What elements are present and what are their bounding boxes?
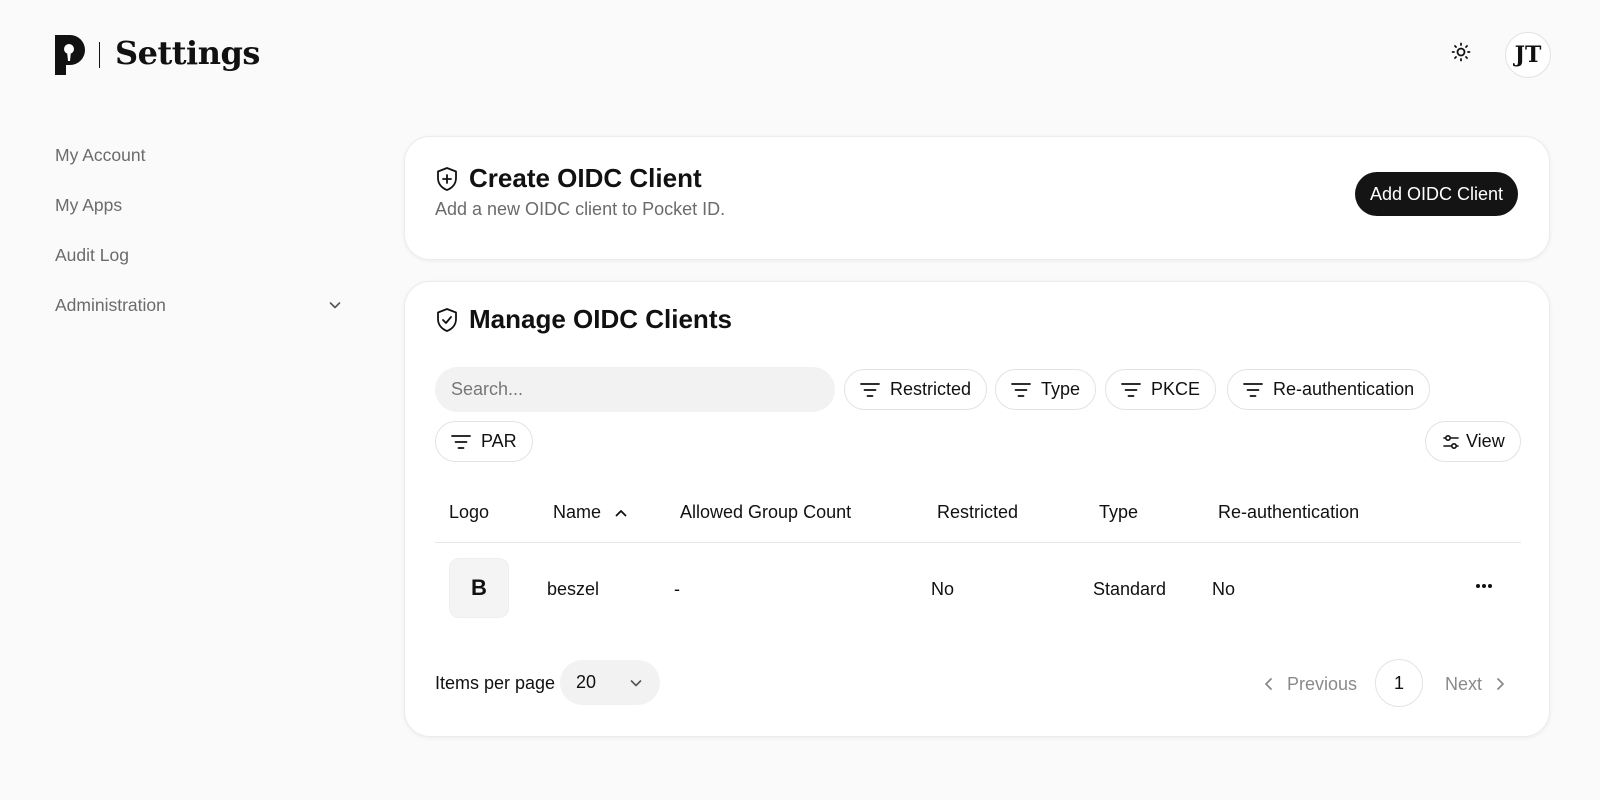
sun-icon (1451, 42, 1471, 67)
user-avatar[interactable]: JT (1505, 32, 1551, 78)
add-oidc-client-button[interactable]: Add OIDC Client (1354, 172, 1518, 216)
column-header-allowed-group-count[interactable]: Allowed Group Count (680, 502, 851, 523)
items-per-page-label: Items per page (435, 673, 556, 693)
client-name: beszel (547, 579, 600, 599)
column-header-type[interactable]: Type (1099, 502, 1138, 523)
filter-icon (860, 382, 880, 398)
chevron-down-icon (628, 675, 644, 691)
card-header: Create OIDC Client (435, 163, 702, 194)
table-header-divider (435, 542, 1521, 543)
column-header-logo: Logo (449, 502, 490, 522)
sidebar-item-label: My Apps (55, 194, 123, 215)
sliders-icon (1442, 433, 1460, 451)
search-input[interactable] (435, 367, 835, 412)
filter-type-button[interactable]: Type (995, 369, 1097, 410)
filter-label: Re-authentication (1273, 379, 1415, 399)
card-title: Create OIDC Client (469, 163, 702, 193)
shield-plus-icon (435, 166, 459, 192)
filter-icon (1011, 382, 1031, 398)
theme-toggle-button[interactable] (1443, 36, 1479, 72)
filter-label: Type (1041, 379, 1081, 399)
client-allowed-group-count: - (674, 579, 680, 599)
client-restricted: No (931, 579, 955, 599)
filter-label: PAR (481, 431, 517, 451)
view-options-button[interactable]: View (1425, 421, 1521, 462)
items-per-page-select[interactable]: 20 (560, 660, 660, 705)
more-horizontal-icon (1475, 583, 1493, 589)
sidebar-item-audit-log[interactable]: Audit Log (55, 230, 345, 280)
sidebar-item-administration[interactable]: Administration (55, 280, 345, 330)
sidebar-item-label: Administration (55, 294, 166, 315)
column-header-name[interactable]: Name (553, 502, 629, 523)
sidebar-item-my-apps[interactable]: My Apps (55, 180, 345, 230)
card-header: Manage OIDC Clients (435, 304, 732, 335)
next-page-button[interactable]: Next (1445, 662, 1506, 706)
chevron-left-icon (1263, 676, 1275, 692)
top-header: Settings JT (0, 0, 1600, 110)
filter-label: Restricted (890, 379, 972, 399)
row-actions-button[interactable] (1469, 571, 1499, 601)
filter-restricted-button[interactable]: Restricted (844, 369, 988, 410)
manage-oidc-clients-card: Manage OIDC Clients Restricted Type PKCE… (404, 281, 1550, 737)
filter-label: PKCE (1151, 379, 1201, 399)
previous-label: Previous (1287, 673, 1358, 694)
column-header-reauthentication[interactable]: Re-authentication (1218, 502, 1359, 523)
filter-pkce-button[interactable]: PKCE (1105, 369, 1217, 410)
pocket-id-logo (55, 35, 85, 75)
previous-page-button[interactable]: Previous (1263, 662, 1357, 706)
client-logo: B (449, 558, 509, 618)
chevron-down-icon (327, 297, 343, 313)
next-label: Next (1445, 673, 1483, 694)
filter-icon (1243, 382, 1263, 398)
client-type: Standard (1093, 579, 1167, 599)
view-label: View (1466, 431, 1505, 451)
filter-icon (1121, 382, 1141, 398)
chevron-right-icon (1494, 676, 1506, 692)
filter-par-button[interactable]: PAR (435, 421, 533, 462)
column-header-restricted[interactable]: Restricted (937, 502, 1018, 523)
sidebar-nav: My Account My Apps Audit Log Administrat… (55, 130, 345, 330)
sidebar-item-label: My Account (55, 144, 146, 165)
items-per-page-value: 20 (576, 672, 597, 692)
card-title: Manage OIDC Clients (469, 304, 732, 334)
card-description: Add a new OIDC client to Pocket ID. (435, 199, 726, 219)
sidebar-item-my-account[interactable]: My Account (55, 130, 345, 180)
chevron-up-icon (613, 505, 629, 521)
page-number-button[interactable]: 1 (1375, 659, 1423, 707)
create-oidc-client-card: Create OIDC Client Add a new OIDC client… (404, 136, 1550, 260)
filter-reauthentication-button[interactable]: Re-authentication (1227, 369, 1431, 410)
app-title: Settings (115, 34, 260, 72)
client-reauthentication: No (1212, 579, 1236, 599)
sidebar-item-label: Audit Log (55, 244, 129, 265)
shield-check-icon (435, 307, 459, 333)
logo-separator (99, 42, 100, 68)
filter-icon (451, 434, 471, 450)
